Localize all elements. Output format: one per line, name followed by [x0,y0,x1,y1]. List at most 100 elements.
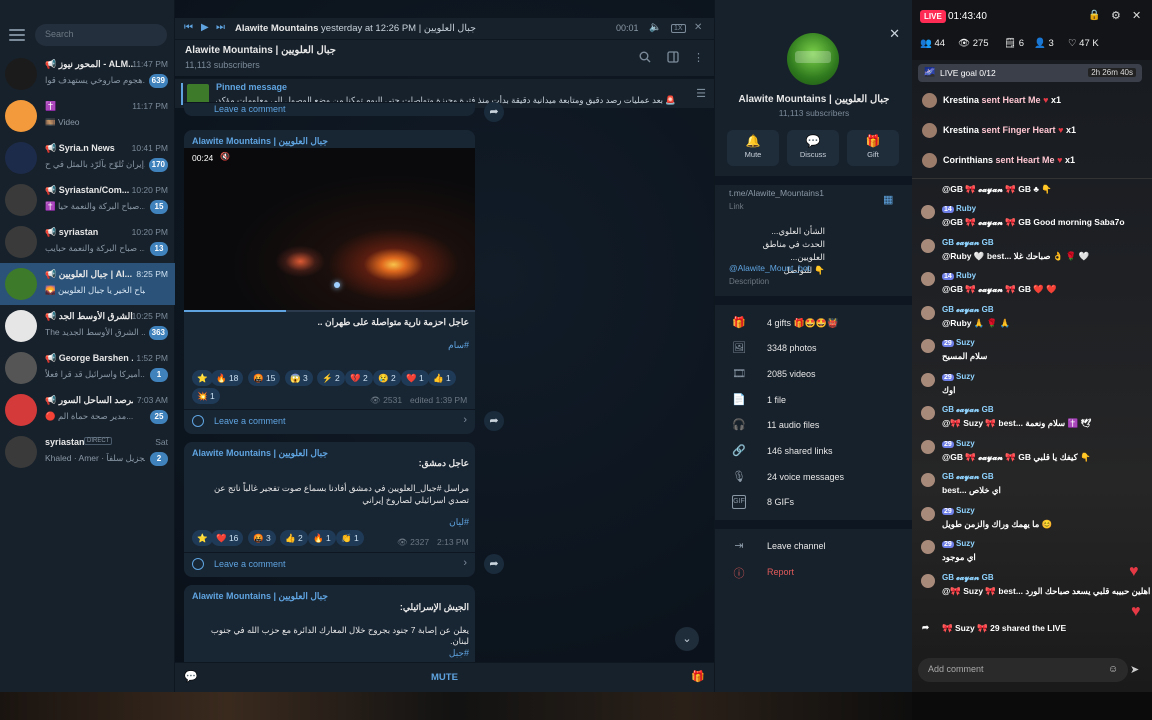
reaction-chip[interactable]: 👏 1 [336,530,364,546]
mute-button[interactable]: MUTE [431,672,458,683]
comment-user[interactable]: 29 Suzy [942,506,975,515]
leave-comment-button[interactable]: Leave a comment › [184,552,475,576]
hashtag-link[interactable]: #سام [192,340,469,351]
avatar[interactable] [921,439,935,454]
comment-user[interactable]: 29 Suzy [942,372,975,381]
close-live-icon[interactable]: ✕ [1132,9,1141,22]
close-player-icon[interactable]: ✕ [694,22,702,33]
reaction-chip[interactable]: 💔 2 [345,370,373,386]
discuss-button[interactable]: 💬 Discuss [787,130,839,166]
avatar[interactable] [921,305,935,320]
gift-user[interactable]: Krestina [943,95,979,105]
add-comment-input[interactable]: Add comment [918,658,1128,682]
emoji-icon[interactable]: ☺ [1108,664,1118,675]
reaction-chip[interactable]: ⚡ 2 [317,370,345,386]
scroll-down-button[interactable]: ⌄ [675,627,699,651]
reaction-chip[interactable]: 💥 1 [192,388,220,404]
pinned-list-icon[interactable]: ☰ [696,87,706,100]
muted-icon[interactable]: 🔇 [220,152,230,161]
avatar[interactable] [921,473,935,487]
video-thumbnail[interactable]: 00:24 🔇 [184,148,475,310]
gift-icon[interactable]: 🎁 [691,670,705,683]
search-input[interactable]: Search [35,24,167,46]
chat-list-item[interactable]: 📢 جبال العلويين | Al...8:25 PM 🌄 صباح الخ… [0,263,175,305]
comment-user[interactable]: GB 𝓮𝓪𝔂𝓪𝓷 GB [942,238,994,248]
media-photos-row[interactable]: 🖼 3348 photos [715,337,913,361]
gift-user[interactable]: Corinthians [943,155,993,165]
comment-user[interactable]: GB 𝓮𝓪𝔂𝓪𝓷 GB [942,305,994,315]
close-icon[interactable]: ✕ [889,26,900,42]
forward-icon[interactable]: ➦ [484,554,504,574]
reaction-chip[interactable]: 🤬 15 [248,370,281,386]
chat-list-item[interactable]: 📢 George Barshen ... 1:52 PM أميركا واسرائ… [0,347,175,389]
leave-comment-button[interactable]: Leave a comment [184,102,475,116]
qr-code-icon[interactable]: ▦ [883,193,893,206]
settings-icon[interactable]: ⚙ [1111,9,1121,22]
message-sender[interactable]: Alawite Mountains | جبال العلويين [192,136,328,147]
media-files-row[interactable]: 📄 1 file [715,389,913,413]
reaction-chip[interactable]: 😱 3 [285,370,313,386]
report-button[interactable]: ⓘ Report [715,561,913,585]
send-icon[interactable]: ➤ [1130,663,1139,676]
media-videos-row[interactable]: 🎞 2085 videos [715,363,913,387]
next-track-icon[interactable]: ⏭ [216,22,225,33]
lock-icon[interactable]: 🔒 [1088,10,1100,21]
chat-list-item[interactable]: syriastanSatKhaled · Amer · الشكر الجزيل… [0,431,175,473]
avatar[interactable] [921,573,935,588]
search-icon[interactable] [639,51,651,66]
media-gifts-row[interactable]: 🎁 4 gifts 🎁🤩🤩👹 [715,312,913,336]
chat-list-item[interactable]: 📢 syriastan 10:20 PM صباح البركة والنعمة ح… [0,221,175,263]
message-sender[interactable]: Alawite Mountains | جبال العلويين [192,591,328,602]
avatar[interactable] [921,339,935,353]
mute-channel-button[interactable]: 🔔 Mute [727,130,779,166]
chat-list-item[interactable]: ✝️ 11:17 PM 🎞️ Video [0,95,175,137]
live-goal-bar[interactable]: 🌌 LIVE goal 0/12 2h 26m 40s [918,64,1142,82]
discuss-icon[interactable]: 💬 [184,670,198,683]
avatar[interactable] [921,372,935,387]
more-options-icon[interactable]: ⋮ [693,51,704,64]
avatar[interactable] [921,238,935,253]
comment-user[interactable]: GB 𝓮𝓪𝔂𝓪𝓷 GB [942,472,994,482]
avatar[interactable] [921,540,935,554]
forward-icon[interactable]: ➦ [484,102,504,122]
comment-user[interactable]: GB 𝓮𝓪𝔂𝓪𝓷 GB [942,573,994,583]
reaction-chip[interactable]: ⭐ [192,530,213,546]
reaction-chip[interactable]: 👍 2 [280,530,308,546]
menu-icon[interactable] [9,29,25,41]
chat-list-item[interactable]: 📢 Syria.n News 10:41 PM إيران تُلوّح بآلرّ… [0,137,175,179]
avatar[interactable] [921,506,935,521]
reaction-chip[interactable]: 🤬 3 [248,530,276,546]
gift-user[interactable]: Krestina [943,125,979,135]
comment-user[interactable]: 14 Ruby [942,204,976,213]
previous-track-icon[interactable]: ⏮ [184,22,193,33]
leave-channel-button[interactable]: ⇥ Leave channel [715,535,913,559]
comment-user[interactable]: 14 Ruby [942,271,976,280]
avatar[interactable] [921,406,935,420]
forward-icon[interactable]: ➦ [484,411,504,431]
hashtag-link[interactable]: #جبل [192,648,469,659]
avatar[interactable] [921,205,935,219]
media-links-row[interactable]: 🔗 146 shared links [715,440,913,464]
reaction-chip[interactable]: 😢 2 [373,370,401,386]
media-audio-row[interactable]: 🎧 11 audio files [715,414,913,438]
media-gifs-row[interactable]: GIF 8 GIFs [715,491,913,515]
comment-user[interactable]: 29 Suzy [942,539,975,548]
chat-header[interactable]: Alawite Mountains | جبال العلويين 11,113… [175,40,714,76]
play-icon[interactable]: ▶ [201,22,209,33]
video-progress[interactable] [184,310,286,312]
reaction-chip[interactable]: 🔥 18 [211,370,244,386]
media-voice-row[interactable]: 🎙 24 voice messages [715,466,913,490]
comment-user[interactable]: GB 𝓮𝓪𝔂𝓪𝓷 GB [942,405,994,415]
side-panel-icon[interactable] [667,51,679,66]
comment-user[interactable]: 29 Suzy [942,338,975,347]
volume-icon[interactable]: 🔈 [649,22,661,33]
playback-speed-button[interactable]: 1X [671,24,686,33]
reaction-chip[interactable]: 🔥 1 [308,530,336,546]
comment-user[interactable]: 29 Suzy [942,439,975,448]
reaction-chip[interactable]: ❤️ 16 [211,530,244,546]
reaction-chip[interactable]: ❤️ 1 [401,370,429,386]
hashtag-link[interactable]: #ليان [192,517,469,528]
channel-avatar[interactable] [787,33,839,85]
leave-comment-button[interactable]: Leave a comment › [184,409,475,433]
gift-button[interactable]: 🎁 Gift [847,130,899,166]
